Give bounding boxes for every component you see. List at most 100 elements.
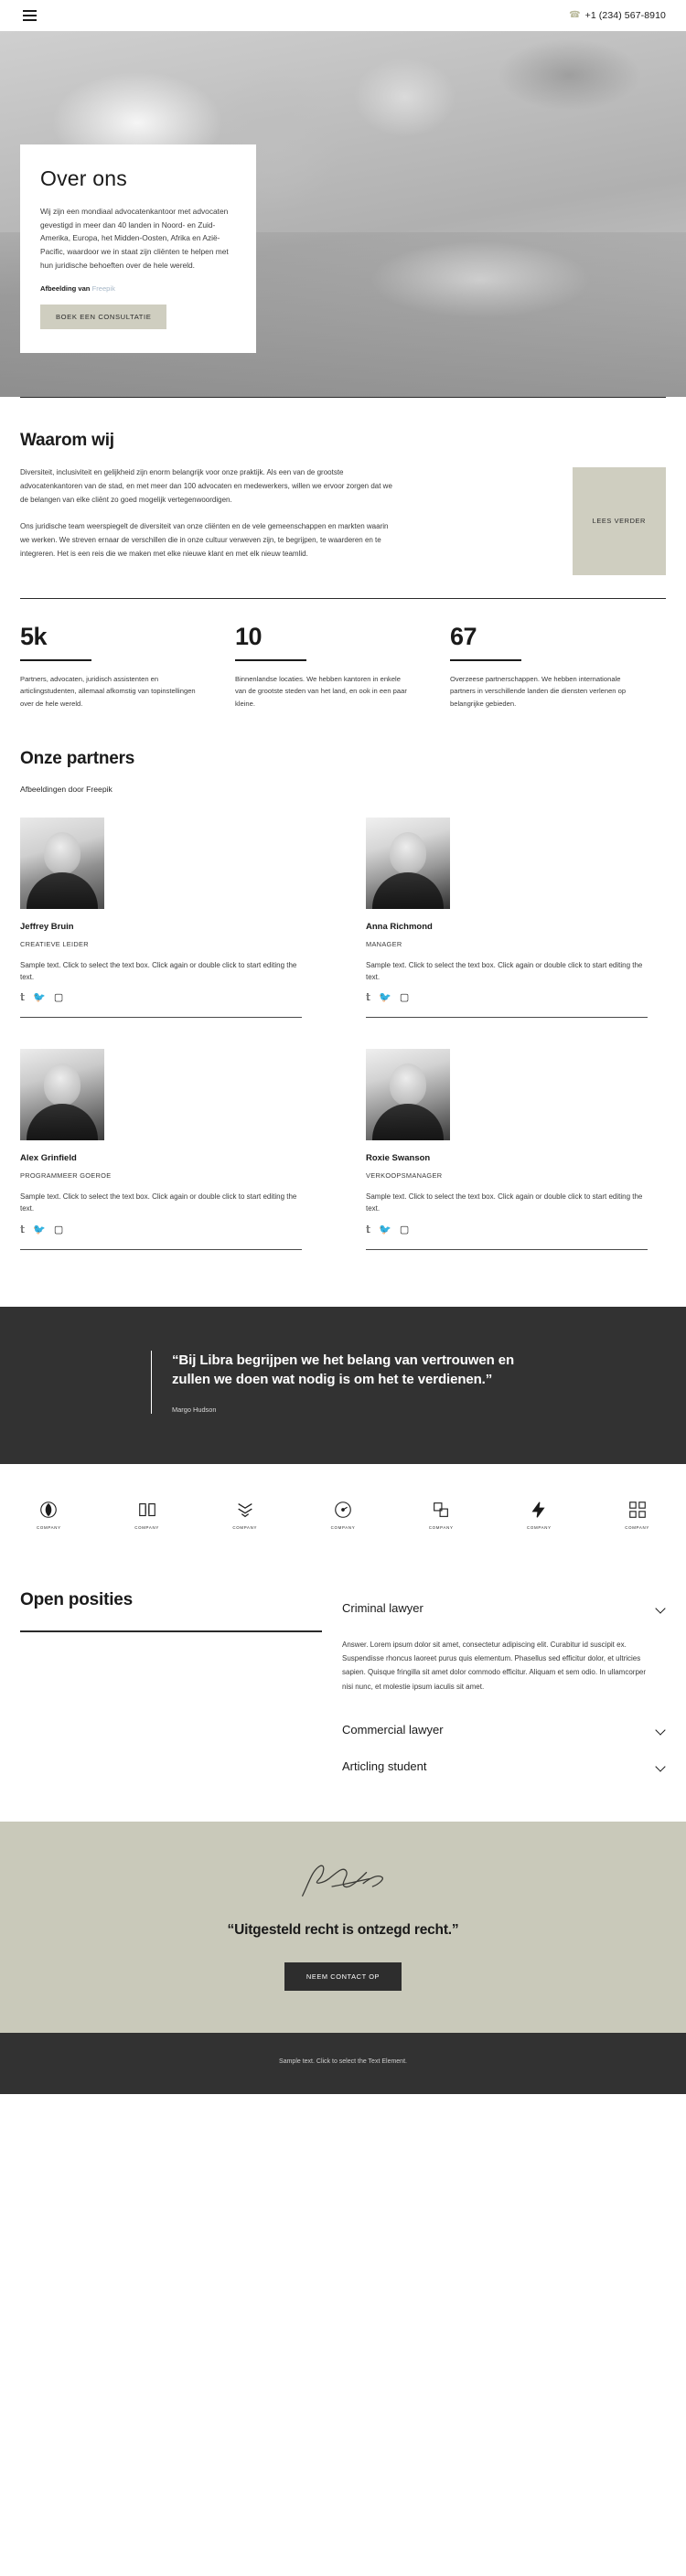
- member-description: Sample text. Click to select the text bo…: [20, 1192, 297, 1213]
- client-logo[interactable]: COMPANY: [232, 1499, 257, 1530]
- chevron-down-icon: [656, 1725, 666, 1735]
- member-name: Roxie Swanson: [366, 1153, 431, 1164]
- client-logo[interactable]: COMPANY: [134, 1499, 159, 1530]
- clock-circle-logo-icon: [332, 1499, 354, 1521]
- avatar: [366, 817, 450, 909]
- twitter-icon[interactable]: 🐦: [33, 1224, 46, 1235]
- site-footer: Sample text. Click to select the Text El…: [0, 2032, 686, 2094]
- open-positions-heading-block: Open posities: [20, 1590, 342, 1785]
- accordion-question: Articling student: [342, 1758, 427, 1773]
- accordion-answer: Answer. Lorem ipsum dolor sit amet, cons…: [342, 1641, 647, 1691]
- page-title: Over ons: [40, 166, 127, 190]
- why-us-content: Waarom wij Diversiteit, inclusiviteit en…: [20, 431, 436, 575]
- stat-underline: [235, 658, 306, 661]
- twitter-icon[interactable]: 🐦: [33, 993, 46, 1003]
- avatar: [366, 1049, 450, 1141]
- instagram-icon[interactable]: ▢: [54, 1224, 63, 1235]
- member-divider: [366, 1017, 648, 1019]
- quote-section: “Bij Libra begrijpen we het belang van v…: [0, 1306, 686, 1464]
- instagram-icon[interactable]: ▢: [54, 993, 63, 1003]
- squares-overlap-logo-icon: [430, 1499, 452, 1521]
- why-us-paragraph-2: Ons juridische team weerspiegelt de dive…: [20, 522, 389, 558]
- member-role: MANAGER: [366, 939, 402, 948]
- client-logo[interactable]: COMPANY: [331, 1499, 356, 1530]
- client-logo-label: COMPANY: [330, 1525, 356, 1530]
- social-links: 𝕥 🐦 ▢: [366, 993, 648, 1003]
- stats-section: 5k Partners, advocaten, juridisch assist…: [0, 575, 686, 711]
- hero-card: Over ons Wij zijn een mondiaal advocaten…: [20, 144, 256, 353]
- social-links: 𝕥 🐦 ▢: [366, 1224, 648, 1235]
- team-member-card: Jeffrey Bruin CREATIEVE LEIDER Sample te…: [20, 817, 343, 1042]
- contact-button[interactable]: NEEM CONTACT OP: [284, 1961, 402, 1991]
- client-logo[interactable]: COMPANY: [429, 1499, 454, 1530]
- stat-description: Binnenlandse locaties. We hebben kantore…: [235, 674, 407, 709]
- member-description: Sample text. Click to select the text bo…: [20, 960, 297, 981]
- member-role: PROGRAMMEER GOEROE: [20, 1171, 112, 1181]
- quote-text: “Bij Libra begrijpen we het belang van v…: [172, 1352, 515, 1388]
- why-us-action: LEES VERDER: [436, 431, 666, 575]
- open-positions-title: Open posities: [20, 1590, 134, 1609]
- stat-number: 67: [450, 622, 477, 650]
- facebook-icon[interactable]: 𝕥: [20, 1224, 25, 1235]
- client-logo[interactable]: COMPANY: [625, 1499, 649, 1530]
- member-name: Anna Richmond: [366, 921, 433, 932]
- read-more-button[interactable]: LEES VERDER: [572, 467, 666, 575]
- instagram-icon[interactable]: ▢: [400, 993, 409, 1003]
- client-logo-label: COMPANY: [527, 1525, 552, 1530]
- stat-description: Overzeese partnerschappen. We hebben int…: [450, 674, 627, 709]
- quote-accent-bar: [151, 1350, 152, 1414]
- twitter-icon[interactable]: 🐦: [379, 1224, 391, 1235]
- phone-icon: ☎: [569, 10, 581, 20]
- accordion-item-commercial-lawyer[interactable]: Commercial lawyer: [342, 1712, 666, 1748]
- why-us-section: Waarom wij Diversiteit, inclusiviteit en…: [0, 398, 686, 575]
- hamburger-menu-icon[interactable]: [20, 7, 39, 24]
- member-name: Jeffrey Bruin: [20, 921, 74, 932]
- image-credit-label: Afbeelding van: [40, 283, 91, 293]
- facebook-icon[interactable]: 𝕥: [366, 993, 370, 1003]
- member-divider: [20, 1248, 302, 1250]
- site-header: ☎ +1 (234) 567-8910: [0, 0, 686, 31]
- cta-section: “Uitgesteld recht is ontzegd recht.” NEE…: [0, 1821, 686, 2033]
- facebook-icon[interactable]: 𝕥: [366, 1224, 370, 1235]
- accordion-question: Criminal lawyer: [342, 1601, 423, 1615]
- member-description: Sample text. Click to select the text bo…: [366, 1192, 643, 1213]
- open-book-logo-icon: [136, 1499, 158, 1521]
- accordion: Criminal lawyer Answer. Lorem ipsum dolo…: [342, 1590, 666, 1785]
- member-divider: [20, 1017, 302, 1019]
- book-consultation-button[interactable]: BOEK EEN CONSULTATIE: [40, 304, 167, 329]
- image-credit-link[interactable]: Freepik: [92, 284, 115, 293]
- chevron-down-icon: [656, 1761, 666, 1771]
- partners-subtitle: Afbeeldingen door Freepik: [20, 784, 113, 794]
- facebook-icon[interactable]: 𝕥: [20, 993, 25, 1003]
- stat-underline: [450, 658, 521, 661]
- stat-item: 67 Overzeese partnerschappen. We hebben …: [450, 623, 665, 711]
- client-logo-label: COMPANY: [625, 1525, 649, 1530]
- open-positions-section: Open posities Criminal lawyer Answer. Lo…: [0, 1565, 686, 1822]
- stat-number: 10: [235, 622, 263, 650]
- member-role: CREATIEVE LEIDER: [20, 939, 89, 948]
- client-logo-label: COMPANY: [134, 1525, 159, 1530]
- partners-title: Onze partners: [20, 748, 135, 768]
- quote-author: Margo Hudson: [172, 1406, 217, 1414]
- client-logo[interactable]: COMPANY: [527, 1499, 552, 1530]
- client-logo[interactable]: COMPANY: [37, 1499, 61, 1530]
- team-grid: Jeffrey Bruin CREATIEVE LEIDER Sample te…: [20, 817, 666, 1281]
- client-logos-section: COMPANY COMPANY COMPANY COMPANY COMPANY …: [0, 1464, 686, 1565]
- member-divider: [366, 1248, 648, 1250]
- image-credit: Afbeelding van Freepik: [40, 284, 236, 293]
- member-description: Sample text. Click to select the text bo…: [366, 960, 643, 981]
- instagram-icon[interactable]: ▢: [400, 1224, 409, 1235]
- client-logo-label: COMPANY: [37, 1525, 61, 1530]
- open-positions-underline: [20, 1630, 322, 1632]
- hero-section: Over ons Wij zijn een mondiaal advocaten…: [0, 31, 686, 397]
- why-us-title: Waarom wij: [20, 431, 114, 450]
- twitter-icon[interactable]: 🐦: [379, 993, 391, 1003]
- lightning-bolt-logo-icon: [528, 1499, 550, 1521]
- accordion-item-articling-student[interactable]: Articling student: [342, 1748, 666, 1785]
- stat-underline: [20, 658, 91, 661]
- accordion-item-criminal-lawyer[interactable]: Criminal lawyer: [342, 1590, 666, 1627]
- stat-description: Partners, advocaten, juridisch assistent…: [20, 674, 196, 709]
- header-phone[interactable]: ☎ +1 (234) 567-8910: [569, 10, 666, 21]
- avatar: [20, 817, 104, 909]
- footer-text: Sample text. Click to select the Text El…: [279, 2058, 407, 2065]
